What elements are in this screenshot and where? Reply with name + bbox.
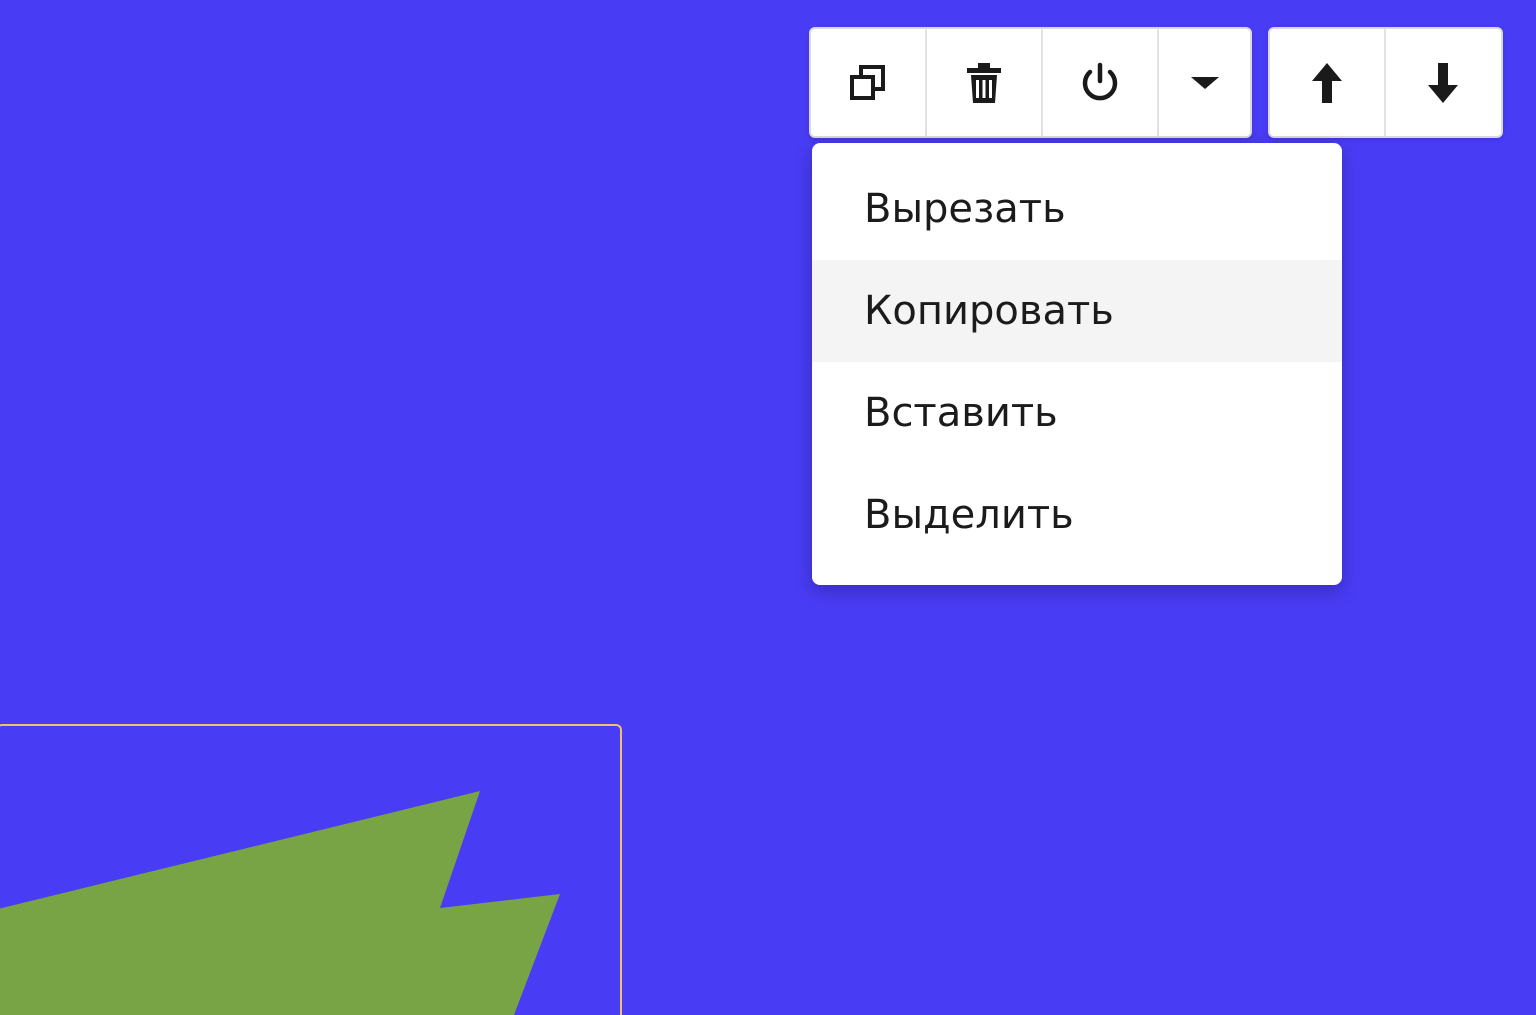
more-options-dropdown-button[interactable] (1159, 29, 1250, 136)
copy-icon (848, 63, 888, 103)
menu-item-select[interactable]: Выделить (812, 464, 1342, 566)
delete-button[interactable] (927, 29, 1043, 136)
order-toolbar (1268, 27, 1503, 138)
green-shape[interactable] (0, 726, 622, 1015)
caret-down-icon (1190, 75, 1219, 91)
menu-item-cut[interactable]: Вырезать (812, 158, 1342, 260)
arrow-up-icon (1310, 61, 1344, 105)
menu-item-paste[interactable]: Вставить (812, 362, 1342, 464)
context-menu: Вырезать Копировать Вставить Выделить (812, 143, 1342, 585)
toggle-button[interactable] (1043, 29, 1159, 136)
menu-item-label: Выделить (864, 492, 1074, 538)
move-down-button[interactable] (1385, 29, 1501, 136)
arrow-down-icon (1426, 61, 1460, 105)
menu-item-label: Вставить (864, 390, 1058, 436)
menu-item-label: Вырезать (864, 186, 1066, 232)
selected-shape-frame[interactable] (0, 724, 622, 1015)
trash-icon (964, 61, 1004, 105)
power-icon (1078, 61, 1122, 105)
move-up-button[interactable] (1270, 29, 1386, 136)
menu-item-copy[interactable]: Копировать (812, 260, 1342, 362)
menu-item-label: Копировать (864, 288, 1114, 334)
element-toolbar (809, 27, 1252, 138)
duplicate-button[interactable] (811, 29, 927, 136)
